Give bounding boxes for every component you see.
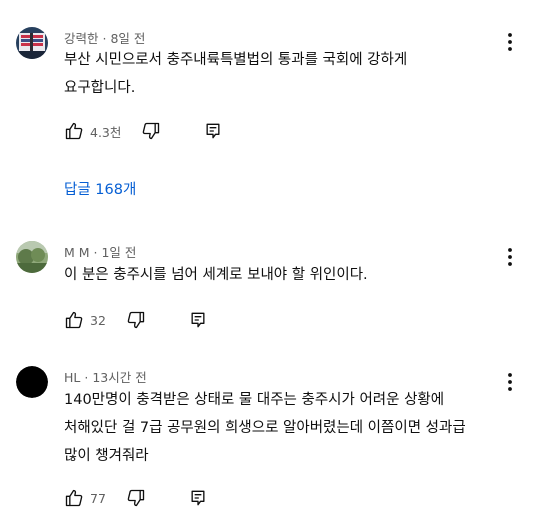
more-vert-icon xyxy=(504,245,516,269)
like-count: 77 xyxy=(90,490,106,506)
more-vert-icon xyxy=(504,30,516,54)
thumb-down-icon xyxy=(126,488,146,508)
more-vert-icon xyxy=(504,370,516,394)
comment-time[interactable]: 1일 전 xyxy=(101,245,136,260)
reply-button[interactable] xyxy=(203,121,223,141)
more-options-button[interactable] xyxy=(504,245,516,269)
author-name[interactable]: M M xyxy=(64,245,90,260)
like-count: 32 xyxy=(90,312,106,328)
comment-actions: 32 xyxy=(64,308,208,332)
comment-meta: M M · 1일 전 xyxy=(64,242,136,261)
more-options-button[interactable] xyxy=(504,370,516,394)
thumb-down-icon xyxy=(141,121,161,141)
comment-text-line: 많이 챙겨줘라 xyxy=(64,448,149,464)
dislike-button[interactable] xyxy=(141,121,161,141)
reply-icon xyxy=(203,121,223,141)
comment-text-line: 이 분은 충주시를 넘어 세계로 보내야 할 위인이다. xyxy=(64,267,368,283)
comment-actions: 77 xyxy=(64,486,208,510)
comment-time[interactable]: 8일 전 xyxy=(110,31,145,46)
like-button[interactable]: 32 xyxy=(64,310,106,330)
comment-text: 이 분은 충주시를 넘어 세계로 보내야 할 위인이다. xyxy=(64,261,504,289)
avatar[interactable] xyxy=(16,366,48,398)
like-button[interactable]: 4.3천 xyxy=(64,121,121,141)
comment-text-line: 처해있단 걸 7급 공무원의 희생으로 알아버렸는데 이쯤이면 성과급 xyxy=(64,420,466,436)
comment-text-line: 요구합니다. xyxy=(64,80,136,96)
comment-meta: HL · 13시간 전 xyxy=(64,367,147,386)
dislike-button[interactable] xyxy=(126,488,146,508)
avatar[interactable] xyxy=(16,27,48,59)
reply-icon xyxy=(188,310,208,330)
more-options-button[interactable] xyxy=(504,30,516,54)
thumb-down-icon xyxy=(126,310,146,330)
view-replies-button[interactable]: 답글 168개 xyxy=(64,178,136,199)
dislike-button[interactable] xyxy=(126,310,146,330)
author-name[interactable]: 강력한 xyxy=(64,31,99,46)
reply-button[interactable] xyxy=(188,488,208,508)
avatar[interactable] xyxy=(16,241,48,273)
author-name[interactable]: HL xyxy=(64,370,80,385)
comment-actions: 4.3천 xyxy=(64,119,223,143)
reply-icon xyxy=(188,488,208,508)
comment-text: 부산 시민으로서 충주내륙특별법의 통과를 국회에 강하게 요구합니다. xyxy=(64,46,504,102)
comment-text: 140만명이 충격받은 상태로 물 대주는 충주시가 어려운 상황에 처해있단 … xyxy=(64,386,504,470)
comment-time[interactable]: 13시간 전 xyxy=(92,370,146,385)
thumb-up-icon xyxy=(64,488,84,508)
comment-text-line: 부산 시민으로서 충주내륙특별법의 통과를 국회에 강하게 xyxy=(64,52,408,68)
like-button[interactable]: 77 xyxy=(64,488,106,508)
comment-meta: 강력한 · 8일 전 xyxy=(64,28,145,47)
like-count: 4.3천 xyxy=(90,124,122,140)
comment-text-line: 140만명이 충격받은 상태로 물 대주는 충주시가 어려운 상황에 xyxy=(64,392,445,408)
reply-button[interactable] xyxy=(188,310,208,330)
thumb-up-icon xyxy=(64,121,84,141)
thumb-up-icon xyxy=(64,310,84,330)
